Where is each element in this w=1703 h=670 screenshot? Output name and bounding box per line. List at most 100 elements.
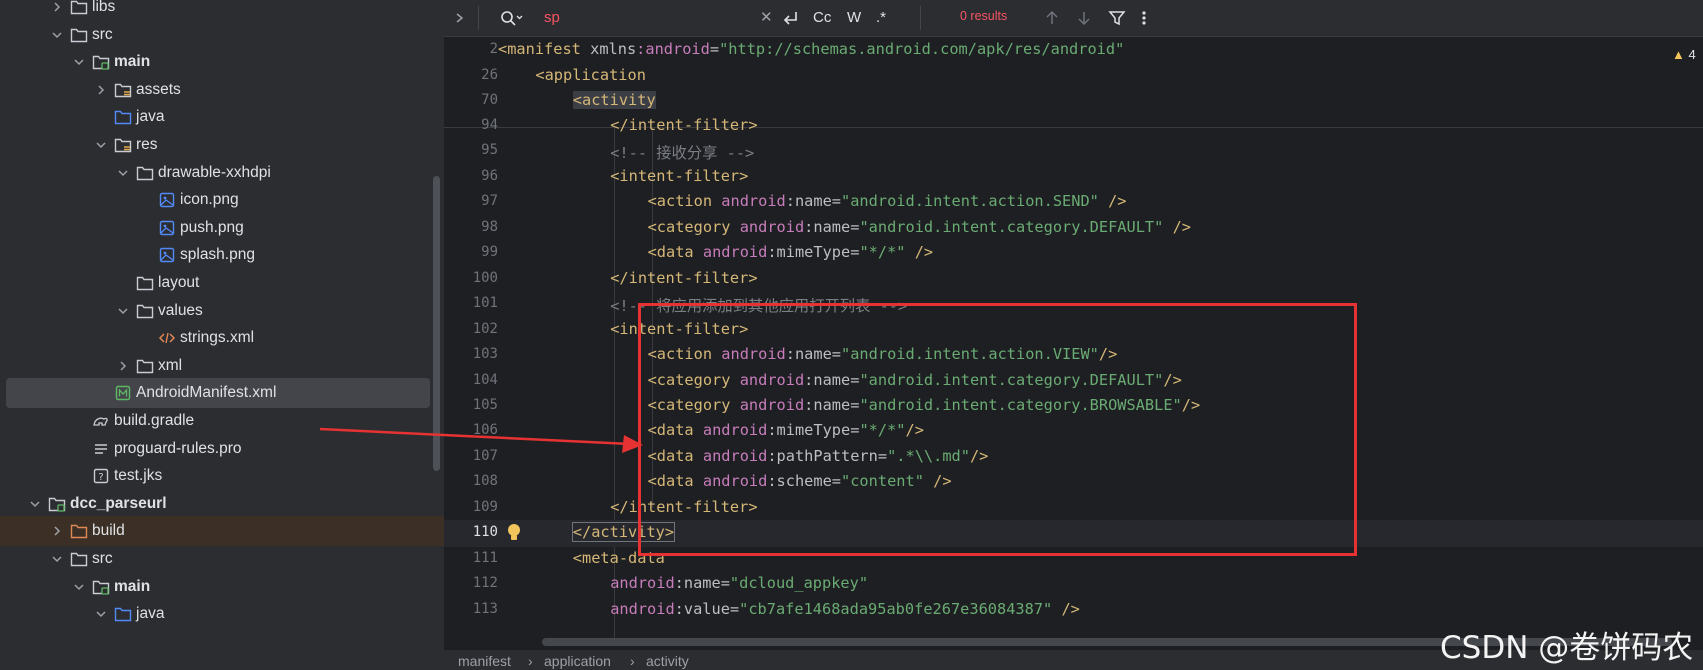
tree-item[interactable]: src: [0, 544, 444, 574]
tree-scrollbar[interactable]: [433, 176, 440, 471]
chevron-right-icon[interactable]: [94, 81, 108, 99]
code-line[interactable]: 97 <action android:name="android.intent.a…: [444, 189, 1703, 216]
chevron-down-icon[interactable]: [72, 578, 86, 596]
tree-item[interactable]: dcc_parseurl: [0, 489, 444, 519]
new-line-icon[interactable]: [780, 7, 802, 29]
tree-item[interactable]: xml: [0, 351, 444, 381]
tree-item[interactable]: build.gradle: [0, 406, 444, 436]
tree-item[interactable]: main: [0, 572, 444, 602]
chevron-down-icon[interactable]: [50, 26, 64, 44]
regex-button[interactable]: .*: [876, 7, 886, 29]
words-button[interactable]: W: [847, 7, 861, 29]
code-token: <manifest: [498, 40, 591, 58]
code-line[interactable]: 94 </intent-filter>: [444, 113, 1703, 140]
folder-source-icon: [114, 109, 132, 125]
xml-file-icon: [158, 330, 176, 346]
tree-item[interactable]: res: [0, 130, 444, 160]
tree-item[interactable]: values: [0, 296, 444, 326]
chevron-down-icon[interactable]: [72, 53, 86, 71]
code-line[interactable]: 96 <intent-filter>: [444, 164, 1703, 191]
more-options-icon[interactable]: [1140, 7, 1148, 29]
code-text[interactable]: <intent-filter>: [610, 167, 748, 185]
tree-item[interactable]: src: [0, 20, 444, 50]
tree-item[interactable]: build: [0, 516, 444, 547]
code-token: =: [709, 40, 720, 58]
code-text[interactable]: android:value="cb7afe1468ada95ab0fe267e3…: [610, 600, 1080, 618]
tree-item[interactable]: strings.xml: [0, 323, 444, 353]
chevron-right-icon[interactable]: [50, 522, 64, 540]
tree-item-label: AndroidManifest.xml: [136, 384, 277, 402]
code-line[interactable]: 99 <data android:mimeType="*/*" />: [444, 240, 1703, 267]
code-text[interactable]: <!-- 接收分享 -->: [610, 141, 754, 163]
code-text[interactable]: </intent-filter>: [610, 269, 757, 287]
chevron-down-icon[interactable]: [116, 164, 130, 182]
code-token: :android: [636, 40, 710, 58]
filter-icon[interactable]: [1108, 7, 1126, 29]
chevron-down-icon[interactable]: [50, 550, 64, 568]
code-text[interactable]: <application: [535, 66, 646, 84]
lightbulb-icon[interactable]: [506, 523, 522, 547]
code-line[interactable]: 100 </intent-filter>: [444, 266, 1703, 293]
tree-item[interactable]: assets: [0, 75, 444, 105]
breadcrumb-application[interactable]: application: [544, 653, 611, 669]
code-line[interactable]: 2 <manifest xmlns:android="http://schemas…: [444, 37, 1703, 64]
project-tree[interactable]: libs src main assets java res drawable-xxhdpi i…: [0, 0, 444, 670]
code-text[interactable]: </intent-filter>: [610, 116, 757, 134]
folder-module-icon: [92, 54, 110, 70]
warnings-indicator[interactable]: ▲ 4: [1672, 47, 1696, 62]
chevron-down-icon[interactable]: [94, 605, 108, 623]
results-count: 0 results: [960, 9, 1008, 23]
tree-item[interactable]: ? test.jks: [0, 461, 444, 491]
chevron-down-icon[interactable]: [94, 136, 108, 154]
previous-occurrence-icon[interactable]: [1044, 7, 1060, 29]
tree-item[interactable]: main: [0, 47, 444, 77]
code-token: <data: [647, 243, 703, 262]
warning-icon: ▲: [1672, 47, 1685, 62]
code-text[interactable]: <data android:mimeType="*/*" />: [648, 243, 934, 261]
tree-item-label: push.png: [180, 218, 244, 236]
code-token: "*/*": [859, 243, 906, 262]
code-text[interactable]: <category android:name="android.intent.c…: [648, 218, 1191, 236]
tree-item[interactable]: push.png: [0, 213, 444, 243]
code-line[interactable]: 26 <application: [444, 63, 1703, 90]
code-token: android: [610, 599, 675, 618]
code-text[interactable]: <action android:name="android.intent.act…: [648, 192, 1127, 210]
code-text[interactable]: <manifest xmlns:android="http://schemas.…: [498, 40, 1124, 58]
line-number: 103: [472, 346, 498, 363]
tree-item[interactable]: splash.png: [0, 240, 444, 270]
next-occurrence-icon[interactable]: [1076, 7, 1092, 29]
code-line[interactable]: 95 <!-- 接收分享 -->: [444, 138, 1703, 165]
breadcrumb-manifest[interactable]: manifest: [458, 653, 511, 669]
clear-search-icon[interactable]: ✕: [760, 7, 773, 29]
chevron-right-icon[interactable]: [50, 0, 64, 16]
expand-replace-icon[interactable]: [452, 7, 468, 29]
chevron-down-icon[interactable]: [28, 495, 42, 513]
tree-item[interactable]: AndroidManifest.xml: [6, 378, 430, 409]
tree-item-label: drawable-xxhdpi: [158, 163, 271, 181]
chevron-down-icon[interactable]: [116, 302, 130, 320]
tree-item[interactable]: layout: [0, 268, 444, 298]
code-token: <action: [647, 192, 722, 211]
tree-item[interactable]: java: [0, 599, 444, 629]
code-text[interactable]: <activity: [572, 91, 656, 109]
line-number: 106: [472, 422, 498, 439]
match-case-button[interactable]: Cc: [813, 7, 831, 29]
tree-item[interactable]: drawable-xxhdpi: [0, 158, 444, 188]
search-input[interactable]: [544, 7, 674, 29]
search-history-icon[interactable]: [498, 7, 524, 29]
code-text[interactable]: android:name="dcloud_appkey": [610, 574, 868, 592]
tree-item[interactable]: icon.png: [0, 185, 444, 215]
tree-item-label: assets: [136, 80, 181, 98]
tree-item[interactable]: java: [0, 102, 444, 132]
code-token: </intent-filter>: [610, 116, 758, 134]
code-line[interactable]: 70 <activity: [444, 88, 1703, 115]
breadcrumb-activity[interactable]: activity: [646, 653, 689, 669]
annotation-highlight-box: [638, 303, 1357, 556]
ide-window: libs src main assets java res drawable-xxhdpi i…: [0, 0, 1703, 670]
folder-icon: [70, 551, 88, 567]
chevron-right-icon[interactable]: [116, 357, 130, 375]
code-line[interactable]: 112 android:name="dcloud_appkey": [444, 571, 1703, 598]
code-line[interactable]: 98 <category android:name="android.intent…: [444, 215, 1703, 242]
tree-item[interactable]: proguard-rules.pro: [0, 434, 444, 464]
code-line[interactable]: 113 android:value="cb7afe1468ada95ab0fe26…: [444, 597, 1703, 624]
